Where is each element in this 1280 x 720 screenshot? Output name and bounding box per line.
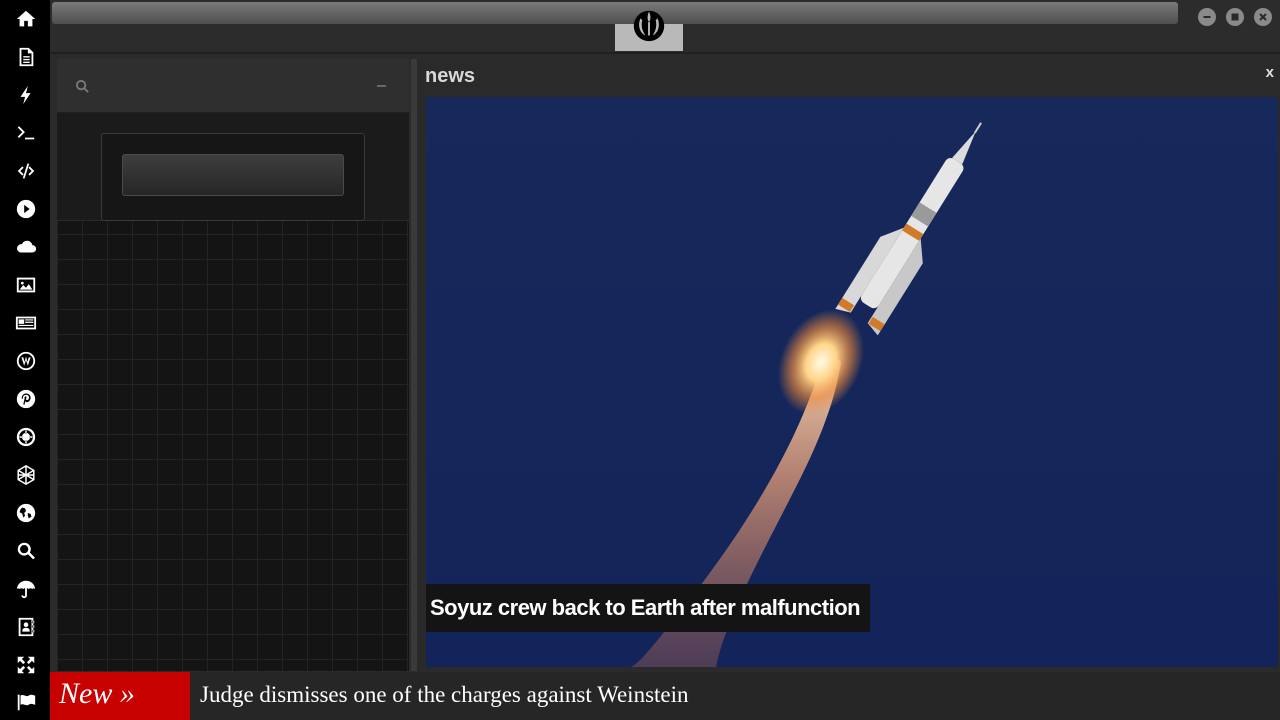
ticker-tag: New » (50, 672, 190, 720)
news-close-button[interactable]: x (1266, 64, 1274, 81)
cloud-icon[interactable] (11, 232, 41, 262)
news-ticker: New » Judge dismisses one of the charges… (50, 672, 1280, 720)
terminal-icon[interactable] (11, 118, 41, 148)
maximize-button[interactable] (1226, 8, 1244, 26)
collapse-button[interactable]: – (377, 77, 386, 95)
search-panel: – (57, 59, 409, 671)
home-icon[interactable] (11, 4, 41, 34)
pinterest-icon[interactable] (11, 384, 41, 414)
minimize-button[interactable] (1198, 8, 1216, 26)
top-bar (50, 0, 1280, 54)
image-icon[interactable] (11, 270, 41, 300)
search-icon[interactable] (75, 79, 90, 94)
app-rail (0, 0, 50, 720)
play-icon[interactable] (11, 194, 41, 224)
search-card (101, 133, 365, 221)
document-icon[interactable] (11, 42, 41, 72)
umbrella-icon[interactable] (11, 574, 41, 604)
expand-icon[interactable] (11, 650, 41, 680)
search-panel-header: – (57, 59, 409, 113)
code-icon[interactable] (11, 156, 41, 186)
news-panel: news x Soyuz crew back to Earth after ma… (417, 59, 1280, 671)
rebel-alliance-logo-icon (633, 10, 665, 42)
contacts-icon[interactable] (11, 612, 41, 642)
newspaper-icon[interactable] (11, 308, 41, 338)
news-image[interactable] (426, 97, 1278, 667)
search-icon[interactable] (11, 536, 41, 566)
flag-icon[interactable] (11, 687, 41, 717)
close-window-button[interactable] (1254, 8, 1272, 26)
top-address-field[interactable] (52, 2, 1178, 24)
search-input[interactable] (122, 154, 344, 196)
news-title: news (425, 65, 476, 87)
news-headline[interactable]: Soyuz crew back to Earth after malfuncti… (426, 584, 871, 632)
lightning-icon[interactable] (11, 80, 41, 110)
globe-icon[interactable] (11, 498, 41, 528)
sphere-icon[interactable] (11, 460, 41, 490)
empire-icon[interactable] (11, 422, 41, 452)
wordpress-icon[interactable] (11, 346, 41, 376)
ticker-headline[interactable]: Judge dismisses one of the charges again… (200, 682, 689, 708)
